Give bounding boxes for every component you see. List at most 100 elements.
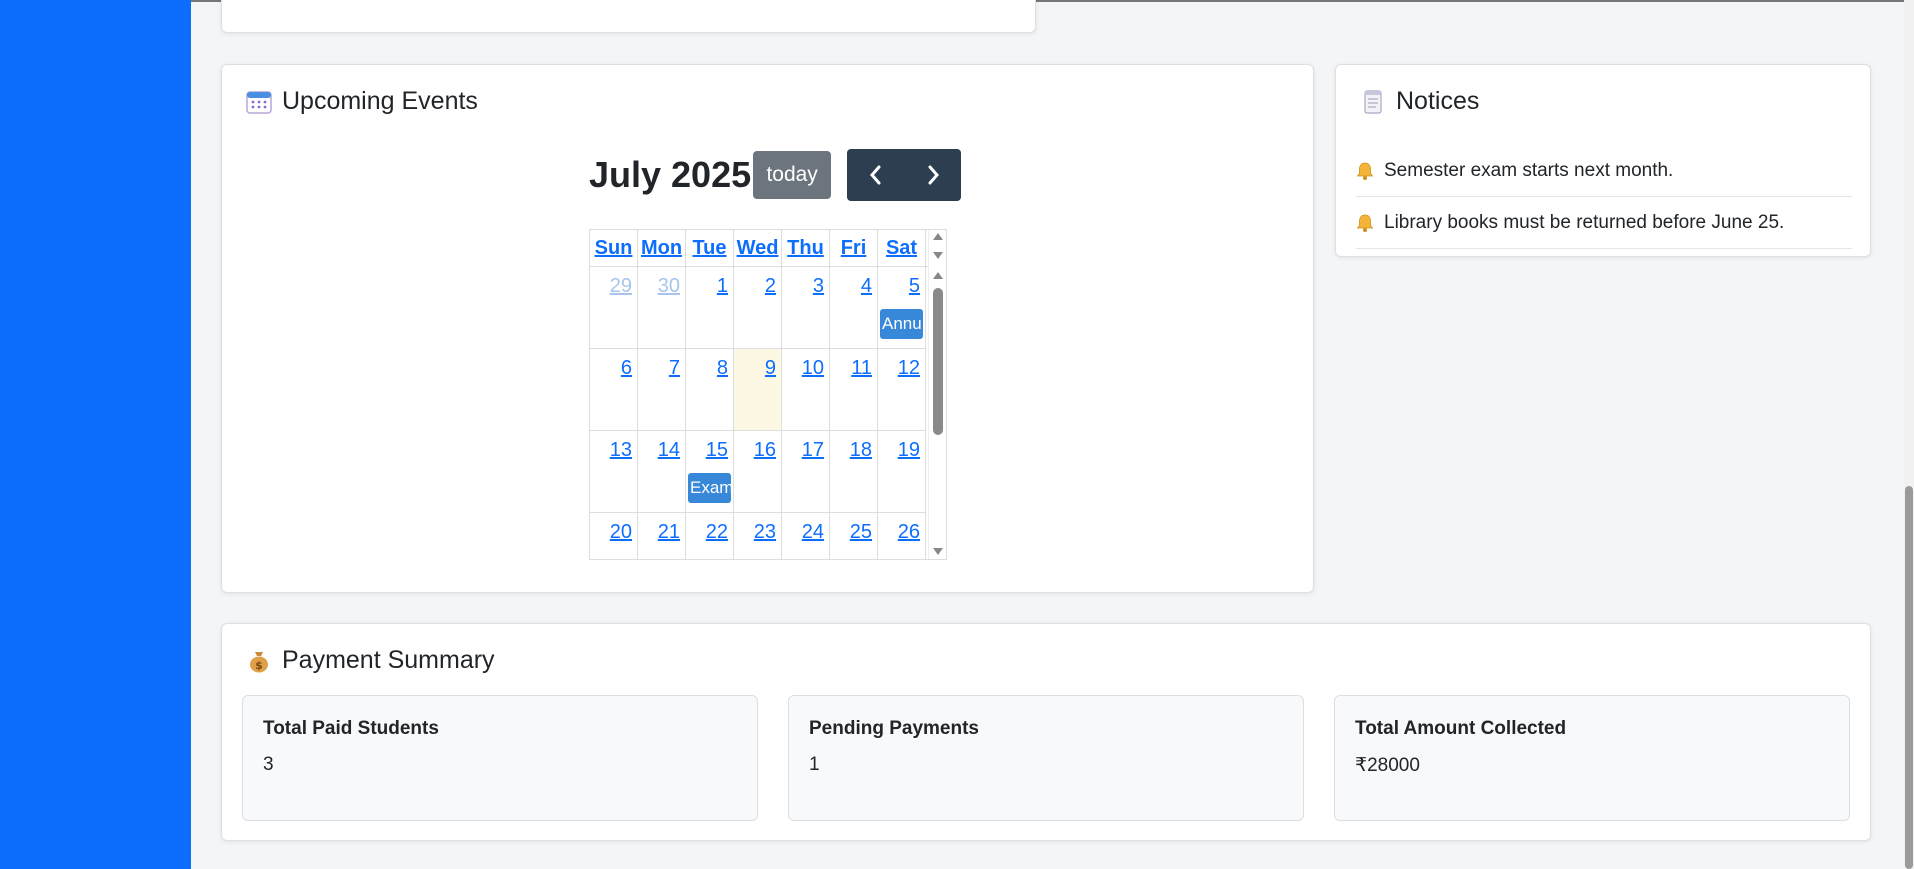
payment-title-text: Payment Summary (282, 646, 495, 674)
calendar-day-cell[interactable]: 4 (830, 267, 878, 349)
calendar-day-cell[interactable]: 22 (686, 513, 734, 559)
day-number-link[interactable]: 25 (850, 521, 872, 544)
calendar-day-cell[interactable]: 15 Exam (686, 431, 734, 513)
day-number-link[interactable]: 6 (621, 357, 632, 380)
day-number-link[interactable]: 7 (669, 357, 680, 380)
calendar-weekday-header: Sun Mon Tue Wed Thu Fri Sat (590, 230, 946, 267)
calendar-month-title: July 2025 (589, 154, 752, 195)
notices-card: Notices Semester exam starts next month.… (1335, 64, 1871, 257)
calendar-day-cell[interactable]: 9 (734, 349, 782, 431)
weekday-header-mon[interactable]: Mon (638, 230, 686, 266)
stat-value: ₹28000 (1355, 755, 1420, 776)
calendar-day-cell[interactable]: 21 (638, 513, 686, 559)
day-number-link[interactable]: 29 (610, 275, 632, 298)
scroll-down-arrow-icon[interactable] (933, 548, 943, 555)
day-number-link[interactable]: 14 (658, 439, 680, 462)
day-number-link[interactable]: 24 (802, 521, 824, 544)
calendar-day-cell[interactable]: 16 (734, 431, 782, 513)
calendar-toolbar: July 2025 today (589, 149, 962, 201)
day-number-link[interactable]: 22 (706, 521, 728, 544)
calendar-day-cell[interactable]: 30 (638, 267, 686, 349)
prev-month-button[interactable] (847, 149, 904, 201)
day-number-link[interactable]: 11 (851, 357, 872, 380)
calendar-nav-group (847, 149, 962, 201)
scroll-up-arrow-icon[interactable] (933, 233, 943, 240)
day-number-link[interactable]: 17 (802, 439, 824, 462)
day-number-link[interactable]: 5 (909, 275, 920, 298)
day-number-link[interactable]: 19 (898, 439, 920, 462)
calendar-day-cell[interactable]: 7 (638, 349, 686, 431)
notices-title: Notices (1360, 87, 1479, 116)
stat-card-paid-students: Total Paid Students 3 (242, 695, 758, 821)
money-bag-icon: $ (250, 651, 268, 672)
stat-value: 1 (809, 754, 820, 775)
calendar-day-cell[interactable]: 26 (878, 513, 926, 559)
calendar-day-cell[interactable]: 3 (782, 267, 830, 349)
page-scrollbar[interactable] (1904, 0, 1914, 869)
calendar-day-cell[interactable]: 11 (830, 349, 878, 431)
calendar-day-cell[interactable]: 19 (878, 431, 926, 513)
day-number-link[interactable]: 2 (765, 275, 776, 298)
notice-text: Semester exam starts next month. (1384, 159, 1674, 181)
weekday-header-sat[interactable]: Sat (878, 230, 926, 266)
day-number-link[interactable]: 9 (765, 357, 776, 380)
chart-card-partial (221, 0, 1036, 33)
weekday-header-wed[interactable]: Wed (734, 230, 782, 266)
day-number-link[interactable]: 15 (706, 439, 728, 462)
day-number-link[interactable]: 16 (754, 439, 776, 462)
events-title-text: Upcoming Events (282, 87, 478, 115)
day-number-link[interactable]: 26 (898, 521, 920, 544)
day-number-link[interactable]: 3 (813, 275, 824, 298)
day-number-link[interactable]: 4 (861, 275, 872, 298)
chevron-right-icon (928, 165, 939, 185)
chevron-left-icon (869, 165, 881, 185)
day-number-link[interactable]: 12 (898, 357, 920, 380)
notice-list: Semester exam starts next month. Library … (1356, 145, 1852, 249)
sidebar (0, 0, 191, 869)
day-number-link[interactable]: 10 (802, 357, 824, 380)
calendar-day-cell[interactable]: 24 (782, 513, 830, 559)
weekday-header-thu[interactable]: Thu (782, 230, 830, 266)
day-number-link[interactable]: 1 (717, 275, 728, 298)
calendar-day-cell[interactable]: 17 (782, 431, 830, 513)
calendar-day-cell[interactable]: 8 (686, 349, 734, 431)
page-scrollbar-thumb[interactable] (1905, 486, 1913, 869)
calendar-day-cell[interactable]: 13 (590, 431, 638, 513)
day-number-link[interactable]: 13 (610, 439, 632, 462)
scrollbar-thumb[interactable] (933, 288, 943, 435)
notice-text: Library books must be returned before Ju… (1384, 211, 1785, 233)
calendar-day-cell[interactable]: 5 Annu (878, 267, 926, 349)
weekday-header-sun[interactable]: Sun (590, 230, 638, 266)
day-number-link[interactable]: 30 (658, 275, 680, 298)
calendar-day-cell[interactable]: 23 (734, 513, 782, 559)
calendar-day-cell[interactable]: 12 (878, 349, 926, 431)
today-button[interactable]: today (753, 151, 832, 199)
next-month-button[interactable] (904, 149, 961, 201)
payment-title: $ Payment Summary (246, 646, 495, 675)
scroll-up-arrow-icon[interactable] (933, 272, 943, 279)
calendar-scrollbar[interactable] (928, 230, 946, 559)
day-number-link[interactable]: 18 (850, 439, 872, 462)
day-number-link[interactable]: 20 (610, 521, 632, 544)
weekday-header-tue[interactable]: Tue (686, 230, 734, 266)
calendar-day-cell[interactable]: 1 (686, 267, 734, 349)
day-number-link[interactable]: 21 (658, 521, 680, 544)
svg-text:$: $ (255, 659, 263, 672)
scroll-down-arrow-icon[interactable] (933, 252, 943, 259)
weekday-header-fri[interactable]: Fri (830, 230, 878, 266)
calendar-day-cell[interactable]: 25 (830, 513, 878, 559)
calendar-day-cell[interactable]: 10 (782, 349, 830, 431)
calendar-day-cell[interactable]: 14 (638, 431, 686, 513)
calendar-day-cell[interactable]: 2 (734, 267, 782, 349)
calendar-day-cell[interactable]: 29 (590, 267, 638, 349)
calendar-day-cell[interactable]: 6 (590, 349, 638, 431)
notice-item: Semester exam starts next month. (1356, 145, 1852, 197)
stat-value: 3 (263, 754, 274, 775)
stat-label: Total Amount Collected (1355, 718, 1567, 739)
day-number-link[interactable]: 23 (754, 521, 776, 544)
day-number-link[interactable]: 8 (717, 357, 728, 380)
calendar-event[interactable]: Annu (880, 309, 923, 339)
calendar-day-cell[interactable]: 20 (590, 513, 638, 559)
calendar-event[interactable]: Exam (688, 473, 731, 503)
calendar-day-cell[interactable]: 18 (830, 431, 878, 513)
